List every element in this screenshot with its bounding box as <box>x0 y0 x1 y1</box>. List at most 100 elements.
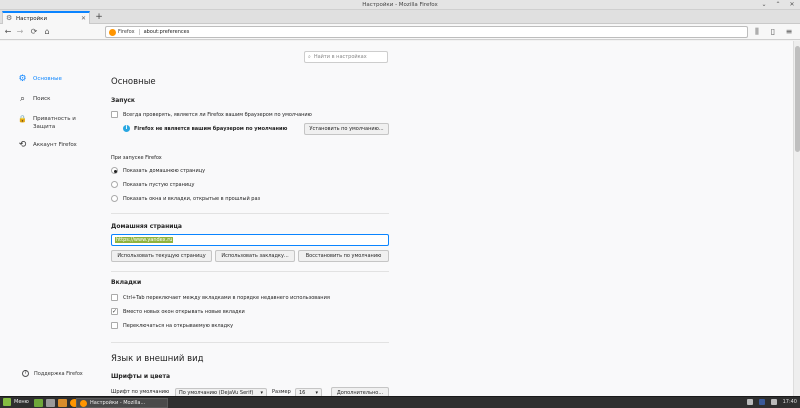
homepage-input[interactable]: https://www.yandex.ru <box>111 234 389 246</box>
sidebar-item-label: Поиск <box>33 96 51 102</box>
taskbar: Меню Настройки - Mozilla... 17:40 <box>0 396 800 408</box>
info-icon: i <box>123 125 130 132</box>
radio-dot[interactable] <box>111 167 118 174</box>
vertical-scrollbar[interactable] <box>793 41 800 396</box>
radio-label: Показать окна и вкладки, открытые в прош… <box>123 195 261 202</box>
startup-heading: Запуск <box>111 97 135 104</box>
identity-label[interactable]: Firefox <box>118 29 140 35</box>
mint-logo-icon <box>3 398 11 406</box>
volume-icon[interactable] <box>770 399 777 405</box>
show-desktop-icon[interactable] <box>34 399 43 407</box>
default-browser-checkbox[interactable]: Всегда проверять, является ли Firefox ва… <box>111 111 312 118</box>
tabs-heading: Вкладки <box>111 279 142 286</box>
sidebar-item-account[interactable]: ⟲ Аккаунт Firefox <box>18 141 98 155</box>
radio-dot[interactable] <box>111 195 118 202</box>
gear-icon: ⚙ <box>6 14 13 22</box>
radio-restore-session[interactable]: Показать окна и вкладки, открытые в прош… <box>111 195 260 202</box>
start-menu-button[interactable]: Меню <box>3 398 29 406</box>
library-icon[interactable]: ⫼ <box>752 27 762 37</box>
sidebar-icon[interactable]: ▯ <box>768 27 778 37</box>
sidebar-item-label: Основные <box>33 76 62 82</box>
window-titlebar: Настройки - Mozilla Firefox ⌄ ⌃ ✕ <box>0 0 800 10</box>
search-icon: ⌕ <box>308 54 311 60</box>
restore-default-button[interactable]: Восстановить по умолчанию <box>298 250 389 262</box>
default-font-label: Шрифт по умолчанию <box>111 389 170 395</box>
page-title: Основные <box>111 77 156 87</box>
forward-button[interactable]: → <box>15 27 25 37</box>
checkbox-box[interactable]: ✓ <box>111 308 118 315</box>
checkbox-label: Переключаться на открываемую вкладку <box>123 322 234 329</box>
sidebar-item-label: Аккаунт Firefox <box>33 142 77 148</box>
close-window-button[interactable]: ✕ <box>788 1 796 9</box>
files-icon[interactable] <box>58 399 67 407</box>
language-heading: Язык и внешний вид <box>111 354 204 364</box>
set-default-button[interactable]: Установить по умолчанию... <box>304 123 389 135</box>
sidebar-item-search[interactable]: ⌕ Поиск <box>18 95 98 109</box>
checkbox-box[interactable] <box>111 294 118 301</box>
radio-show-blank[interactable]: Показать пустую страницу <box>111 181 195 188</box>
tab-strip: ⚙ Настройки ✕ + <box>0 10 800 24</box>
terminal-icon[interactable] <box>46 399 55 407</box>
checkbox-label: Всегда проверять, является ли Firefox ва… <box>123 111 312 118</box>
preferences-sidebar: ⚙ Основные ⌕ Поиск 🔒 Приватность и Защит… <box>18 75 98 161</box>
not-default-message: i Firefox не является вашим браузером по… <box>123 125 287 132</box>
checkbox-label: Ctrl+Tab переключает между вкладками в п… <box>123 294 330 301</box>
default-font-select[interactable]: По умолчанию (DejaVu Serif) ▾ <box>175 388 267 396</box>
checkbox-box[interactable] <box>111 111 118 118</box>
reload-button[interactable]: ⟳ <box>29 27 39 37</box>
new-tab-button[interactable]: + <box>94 12 104 22</box>
url-text[interactable]: about:preferences <box>144 29 190 35</box>
gear-icon: ⚙ <box>18 74 27 84</box>
checkbox-box[interactable] <box>111 322 118 329</box>
system-tray: 17:40 <box>746 399 797 405</box>
network-icon[interactable] <box>746 399 753 405</box>
scrollbar-thumb[interactable] <box>795 46 800 152</box>
ctrl-tab-checkbox[interactable]: Ctrl+Tab переключает между вкладками в п… <box>111 294 330 301</box>
radio-label: Показать пустую страницу <box>123 181 195 188</box>
divider <box>111 342 389 343</box>
keyboard-layout-icon[interactable] <box>758 399 765 405</box>
tab-label: Настройки <box>16 15 48 22</box>
home-button[interactable]: ⌂ <box>42 27 52 37</box>
home-heading: Домашняя страница <box>111 223 182 230</box>
close-tab-icon[interactable]: ✕ <box>81 15 86 22</box>
menu-icon[interactable]: ≡ <box>784 27 794 37</box>
divider <box>111 271 389 272</box>
minimize-button[interactable]: ⌄ <box>760 1 768 9</box>
use-current-page-button[interactable]: Использовать текущую страницу <box>111 250 212 262</box>
url-bar[interactable]: Firefox about:preferences <box>105 26 748 38</box>
radio-dot[interactable] <box>111 181 118 188</box>
taskbar-window-firefox[interactable]: Настройки - Mozilla... <box>76 398 168 408</box>
support-label: Поддержка Firefox <box>34 370 83 377</box>
taskbar-window-label: Настройки - Mozilla... <box>90 400 146 406</box>
font-size-select[interactable]: 16 ▾ <box>295 388 322 396</box>
back-button[interactable]: ← <box>3 27 13 37</box>
maximize-button[interactable]: ⌃ <box>774 1 782 9</box>
radio-show-home[interactable]: Показать домашнюю страницу <box>111 167 205 174</box>
homepage-value[interactable]: https://www.yandex.ru <box>115 237 174 243</box>
search-placeholder: Найти в настройках <box>313 54 367 60</box>
fonts-heading: Шрифты и цвета <box>111 373 170 380</box>
sidebar-item-general[interactable]: ⚙ Основные <box>18 75 98 89</box>
firefox-icon <box>109 28 116 36</box>
search-input[interactable]: ⌕ Найти в настройках <box>304 51 388 63</box>
divider <box>111 213 389 214</box>
font-size-label: Размер <box>272 389 291 395</box>
advanced-fonts-button[interactable]: Дополнительно... <box>331 387 389 396</box>
firefox-icon <box>80 399 87 407</box>
navigation-toolbar: ← → ⟳ ⌂ Firefox about:preferences ⫼ ▯ ≡ <box>0 24 800 40</box>
help-icon: ? <box>22 370 29 377</box>
tab-preferences[interactable]: ⚙ Настройки ✕ <box>2 11 90 24</box>
preferences-content: ⌕ Найти в настройках ⚙ Основные ⌕ Поиск … <box>0 41 793 396</box>
not-default-text: Firefox не является вашим браузером по у… <box>134 125 288 132</box>
open-in-tabs-checkbox[interactable]: ✓ Вместо новых окон открывать новые вкла… <box>111 308 245 315</box>
support-link[interactable]: ? Поддержка Firefox <box>22 370 83 377</box>
clock[interactable]: 17:40 <box>783 399 797 405</box>
search-icon: ⌕ <box>19 94 26 104</box>
sync-icon: ⟲ <box>18 140 27 150</box>
switch-to-tab-checkbox[interactable]: Переключаться на открываемую вкладку <box>111 322 233 329</box>
sidebar-item-privacy[interactable]: 🔒 Приватность и Защита <box>18 115 98 135</box>
use-bookmark-button[interactable]: Использовать закладку... <box>215 250 295 262</box>
window-title: Настройки - Mozilla Firefox <box>362 2 438 8</box>
start-menu-label: Меню <box>14 399 29 405</box>
